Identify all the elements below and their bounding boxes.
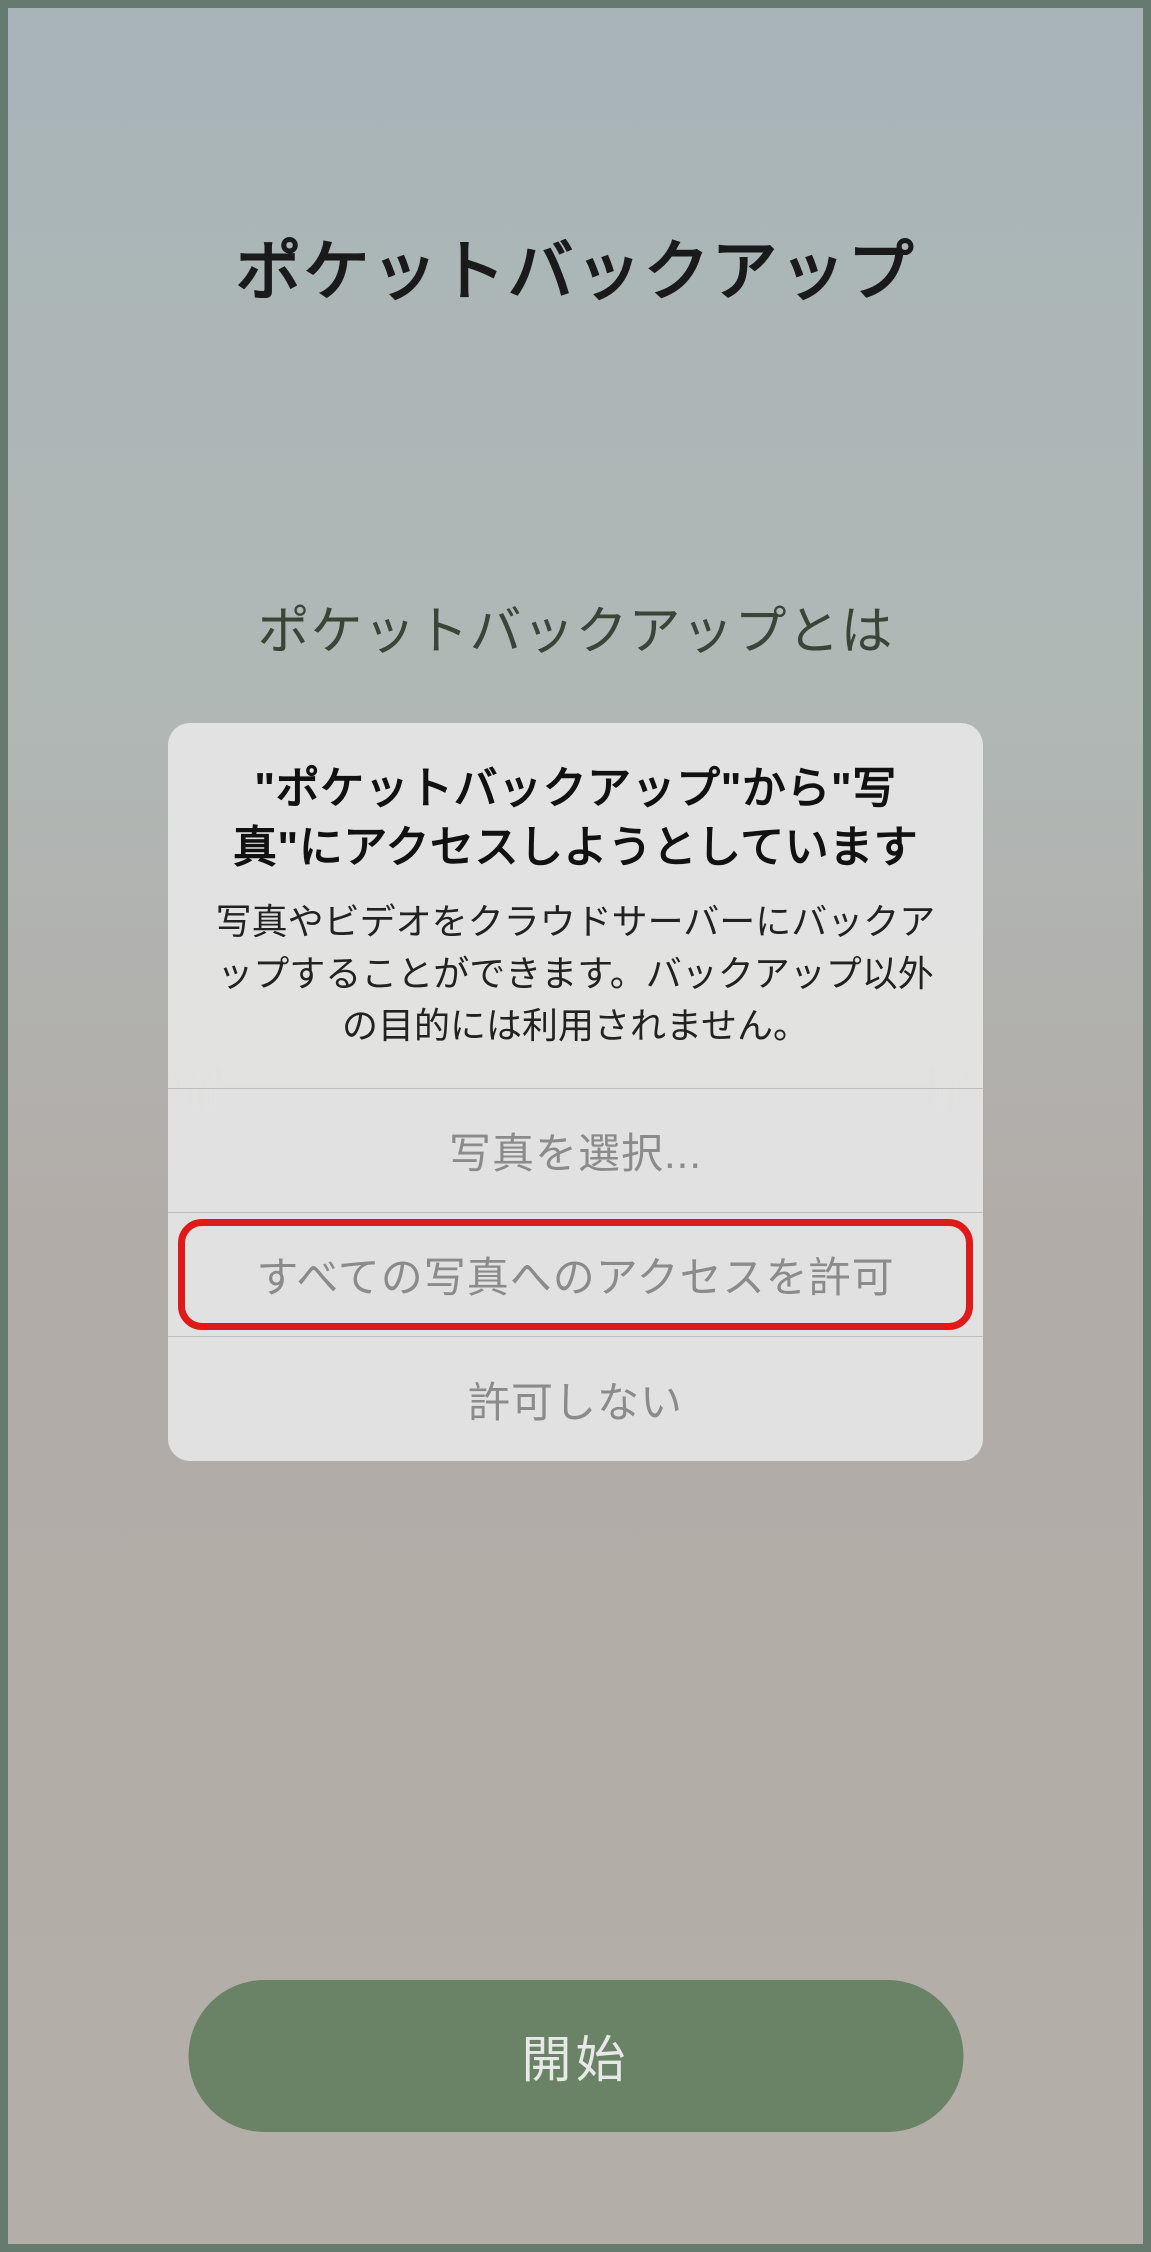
allow-all-photos-button[interactable]: すべての写真へのアクセスを許可 [168, 1213, 983, 1337]
deny-button[interactable]: 許可しない [168, 1337, 983, 1461]
alert-message: 写真やビデオをクラウドサーバーにバックアップすることができます。バックアップ以外… [196, 896, 955, 1061]
app-subtitle: ポケットバックアップとは [257, 589, 893, 664]
allow-all-photos-label: すべての写真へのアクセスを許可 [256, 1244, 894, 1305]
alert-title: "ポケットバックアップ"から"写真"にアクセスしようとしています [196, 759, 955, 878]
select-photos-button[interactable]: 写真を選択... [168, 1089, 983, 1213]
alert-body: "ポケットバックアップ"から"写真"にアクセスしようとしています 写真やビデオを… [168, 723, 983, 1089]
start-button-label: 開始 [522, 2020, 630, 2092]
start-button[interactable]: 開始 [188, 1980, 963, 2132]
deny-label: 許可しない [468, 1369, 683, 1430]
permission-alert: "ポケットバックアップ"から"写真"にアクセスしようとしています 写真やビデオを… [168, 723, 983, 1461]
app-title: ポケットバックアップ [236, 218, 916, 314]
select-photos-label: 写真を選択... [449, 1120, 702, 1181]
